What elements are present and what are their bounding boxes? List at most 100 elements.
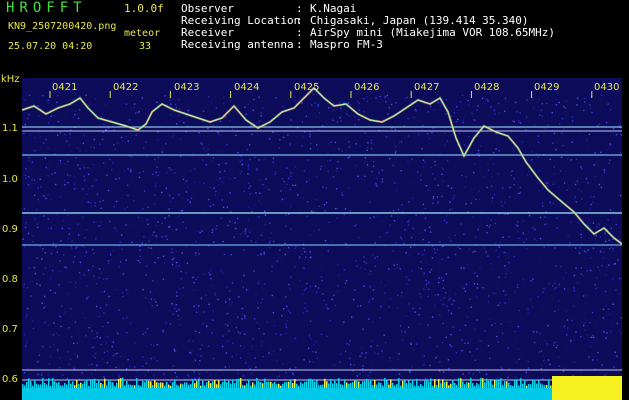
noise-speck: [67, 214, 69, 216]
noise-speck: [101, 358, 104, 360]
noise-speck: [452, 227, 454, 230]
noise-speck: [542, 355, 544, 357]
noise-speck: [519, 192, 521, 194]
noise-speck: [619, 277, 621, 280]
power-bar-column: [126, 381, 128, 388]
noise-speck: [408, 160, 411, 163]
power-bar-column: [404, 380, 406, 388]
noise-speck: [401, 204, 403, 206]
noise-speck: [545, 182, 548, 184]
noise-speck: [260, 249, 262, 251]
noise-speck: [472, 216, 474, 218]
noise-speck: [448, 367, 450, 370]
noise-speck: [203, 273, 205, 275]
noise-speck: [421, 357, 423, 359]
noise-speck: [425, 377, 427, 380]
power-bar-column: [510, 385, 512, 388]
noise-speck: [140, 161, 143, 163]
noise-speck: [468, 248, 471, 250]
noise-speck: [619, 123, 622, 125]
noise-speck: [582, 181, 585, 183]
noise-speck: [244, 315, 246, 317]
noise-speck: [468, 372, 470, 374]
noise-speck: [401, 221, 404, 223]
power-bar-column: [196, 381, 198, 388]
noise-speck: [139, 261, 141, 264]
noise-speck: [387, 382, 389, 384]
noise-speck: [290, 276, 292, 278]
noise-speck: [508, 298, 510, 300]
noise-speck: [280, 334, 282, 336]
noise-speck: [397, 208, 400, 211]
noise-speck: [247, 173, 249, 175]
noise-speck: [172, 257, 175, 260]
power-bar-column: [128, 384, 130, 388]
noise-speck: [370, 270, 372, 272]
noise-speck: [87, 173, 90, 176]
noise-speck: [78, 234, 80, 236]
noise-speck: [233, 236, 235, 238]
noise-speck: [471, 112, 473, 114]
noise-speck: [211, 160, 213, 163]
noise-speck: [393, 99, 396, 101]
noise-speck: [100, 272, 103, 274]
noise-speck: [139, 249, 141, 251]
noise-speck: [619, 239, 621, 241]
noise-speck: [378, 172, 380, 174]
power-bar-column: [320, 384, 322, 388]
noise-speck: [596, 125, 599, 127]
power-bar-column: [520, 378, 522, 388]
noise-speck: [590, 269, 592, 272]
noise-speck: [44, 295, 46, 298]
noise-speck: [289, 144, 291, 147]
noise-speck: [222, 335, 224, 337]
noise-speck: [117, 365, 120, 368]
noise-speck: [431, 245, 434, 247]
noise-speck: [605, 373, 607, 375]
noise-speck: [125, 259, 127, 261]
noise-speck: [459, 101, 462, 103]
noise-speck: [88, 378, 90, 380]
noise-speck: [69, 281, 71, 283]
noise-speck: [369, 371, 372, 374]
noise-speck: [56, 101, 58, 103]
noise-speck: [557, 309, 560, 311]
noise-speck: [456, 106, 458, 108]
power-bar-column: [42, 378, 44, 388]
noise-speck: [312, 361, 314, 363]
power-bar-column: [250, 385, 252, 388]
noise-speck: [289, 368, 291, 370]
noise-speck: [165, 235, 167, 237]
noise-speck: [143, 147, 145, 149]
noise-speck: [106, 350, 108, 353]
noise-speck: [479, 340, 481, 342]
noise-speck: [110, 119, 113, 121]
noise-speck: [590, 336, 593, 338]
noise-speck: [247, 164, 249, 166]
noise-speck: [146, 320, 148, 322]
noise-speck: [195, 304, 197, 306]
noise-speck: [96, 335, 98, 338]
version-label: 1.0.0f: [124, 2, 164, 15]
noise-speck: [178, 308, 180, 311]
noise-speck: [287, 177, 290, 180]
noise-speck: [365, 352, 367, 354]
noise-speck: [422, 359, 425, 362]
noise-speck: [509, 186, 511, 189]
noise-speck: [92, 265, 94, 267]
noise-speck: [150, 298, 152, 300]
noise-speck: [172, 365, 175, 367]
noise-speck: [146, 156, 148, 158]
noise-speck: [374, 239, 376, 242]
noise-speck: [424, 217, 427, 220]
noise-speck: [591, 111, 593, 114]
noise-speck: [196, 307, 198, 309]
noise-speck: [502, 186, 504, 188]
noise-speck: [544, 216, 546, 218]
noise-speck: [285, 323, 287, 326]
noise-speck: [111, 346, 113, 348]
power-bar-column: [288, 381, 290, 388]
noise-speck: [220, 270, 222, 272]
noise-speck: [207, 127, 209, 130]
noise-speck: [454, 253, 457, 256]
